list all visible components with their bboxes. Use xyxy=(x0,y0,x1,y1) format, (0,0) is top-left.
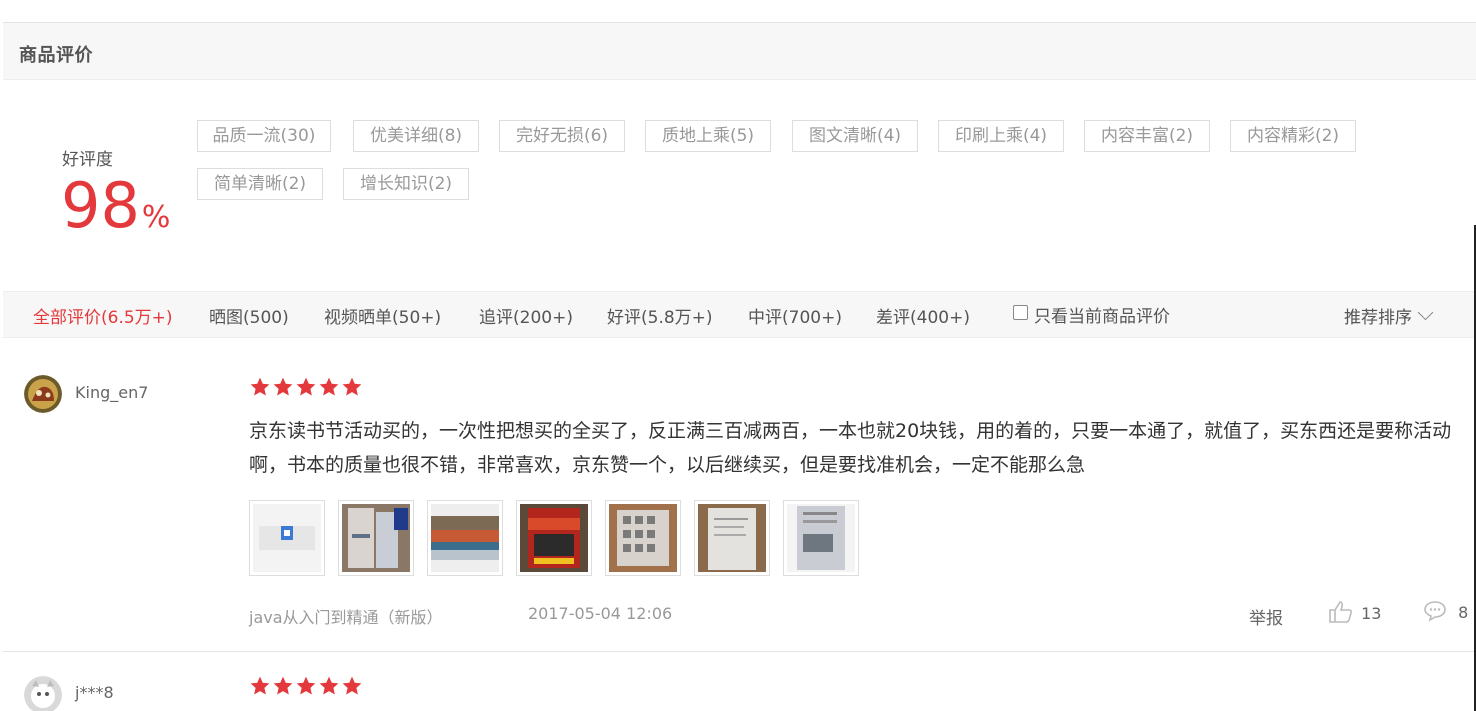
review-image-thumb[interactable] xyxy=(249,500,325,576)
review-tag[interactable]: 质地上乘(5) xyxy=(645,120,771,152)
star-icon xyxy=(273,377,293,396)
review-image-thumb[interactable] xyxy=(338,500,414,576)
review-image-thumb[interactable] xyxy=(516,500,592,576)
printed-page-photo xyxy=(787,504,855,572)
review-tag[interactable]: 增长知识(2) xyxy=(343,168,469,200)
section-title: 商品评价 xyxy=(19,45,93,66)
positive-rate: 98% xyxy=(61,168,170,260)
review-image-thumb[interactable] xyxy=(694,500,770,576)
review-tag[interactable]: 图文清晰(4) xyxy=(792,120,918,152)
only-current-filter[interactable]: 只看当前商品评价 xyxy=(1013,302,1170,327)
review-tag[interactable]: 印刷上乘(4) xyxy=(938,120,1064,152)
review-tag[interactable]: 品质一流(30) xyxy=(197,120,331,152)
tab-video-reviews[interactable]: 视频晒单(50+) xyxy=(324,303,441,328)
java-book-photo xyxy=(520,504,588,572)
star-icon xyxy=(319,676,339,695)
product-variant[interactable]: java从入门到精通（新版） xyxy=(249,604,443,628)
only-current-label: 只看当前商品评价 xyxy=(1034,307,1170,327)
like-count: 13 xyxy=(1361,604,1382,623)
avatar[interactable] xyxy=(24,676,62,711)
star-icon xyxy=(342,676,362,695)
product-reviews-page: 商品评价 好评度 98% 品质一流(30) 优美详细(8) 完好无损(6) 质地… xyxy=(0,0,1476,711)
star-icon xyxy=(250,676,270,695)
stacked-books-photo xyxy=(342,504,410,572)
report-button[interactable]: 举报 xyxy=(1249,604,1283,629)
chevron-down-icon xyxy=(1417,304,1434,321)
review-image-thumb[interactable] xyxy=(427,500,503,576)
star-icon xyxy=(319,377,339,396)
only-current-checkbox[interactable] xyxy=(1013,305,1028,320)
review-tag[interactable]: 内容丰富(2) xyxy=(1084,120,1210,152)
review-image-thumb[interactable] xyxy=(605,500,681,576)
review-text: 京东读书节活动买的，一次性把想买的全买了，反正满三百减两百，一本也就20块钱，用… xyxy=(249,420,1452,476)
tab-positive-reviews[interactable]: 好评(5.8万+) xyxy=(607,303,713,328)
reviews-section-header: 商品评价 xyxy=(3,22,1476,80)
book-cover-photo xyxy=(253,504,321,572)
review-filter-bar: 全部评价(6.5万+) 晒图(500) 视频晒单(50+) 追评(200+) 好… xyxy=(3,291,1476,338)
thumbs-up-icon xyxy=(1329,601,1353,623)
rating-stars xyxy=(249,376,364,398)
sort-label: 推荐排序 xyxy=(1344,308,1412,328)
sort-dropdown[interactable]: 推荐排序 xyxy=(1344,303,1434,328)
tab-all-reviews[interactable]: 全部评价(6.5万+) xyxy=(33,303,173,328)
comment-icon xyxy=(1424,601,1446,622)
review-tag[interactable]: 简单清晰(2) xyxy=(197,168,323,200)
review-tag[interactable]: 内容精彩(2) xyxy=(1230,120,1356,152)
review-tag[interactable]: 优美详细(8) xyxy=(353,120,479,152)
star-icon xyxy=(250,377,270,396)
review-images xyxy=(249,500,872,580)
review-date: 2017-05-04 12:06 xyxy=(528,604,673,623)
reply-button[interactable]: 8 xyxy=(1423,600,1468,622)
positive-rate-label: 好评度 xyxy=(62,150,113,170)
username[interactable]: j***8 xyxy=(75,683,114,702)
shelf-photo xyxy=(431,504,499,572)
star-icon xyxy=(273,676,293,695)
username[interactable]: King_en7 xyxy=(75,383,148,402)
positive-rate-value: 98 xyxy=(61,169,140,242)
dice-photo xyxy=(609,504,677,572)
review-image-thumb[interactable] xyxy=(783,500,859,576)
tab-photo-reviews[interactable]: 晒图(500) xyxy=(209,303,289,328)
reply-count: 8 xyxy=(1458,603,1469,622)
tab-followup-reviews[interactable]: 追评(200+) xyxy=(479,303,573,328)
avatar[interactable] xyxy=(24,375,62,413)
star-icon xyxy=(296,676,316,695)
tab-neutral-reviews[interactable]: 中评(700+) xyxy=(748,303,842,328)
star-icon xyxy=(296,377,316,396)
tab-negative-reviews[interactable]: 差评(400+) xyxy=(876,303,970,328)
page-photo xyxy=(698,504,766,572)
positive-rate-unit: % xyxy=(141,200,171,235)
review-divider xyxy=(3,651,1476,652)
review-tag[interactable]: 完好无损(6) xyxy=(499,120,625,152)
like-button[interactable]: 13 xyxy=(1328,600,1381,624)
rating-stars xyxy=(249,675,364,697)
star-icon xyxy=(342,377,362,396)
